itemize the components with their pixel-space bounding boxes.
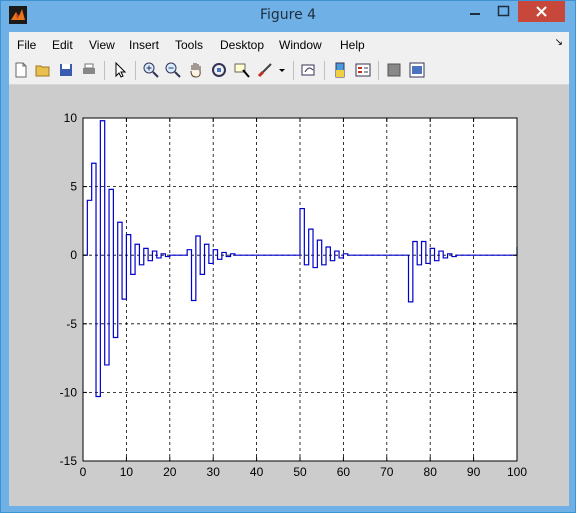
x-tick-label: 90	[467, 465, 481, 479]
minimize-button[interactable]	[461, 1, 489, 22]
x-tick-label: 70	[380, 465, 394, 479]
menu-tools[interactable]: Tools	[175, 38, 203, 52]
y-tick-label: 0	[70, 248, 77, 262]
menu-help[interactable]: Help	[340, 38, 365, 52]
menu-insert[interactable]: Insert	[129, 38, 159, 52]
x-tick-label: 50	[293, 465, 307, 479]
title-bar[interactable]: Figure 4	[1, 1, 575, 31]
y-tick-label: -5	[66, 317, 77, 331]
save-icon[interactable]	[57, 61, 75, 79]
toolbar-separator	[324, 61, 325, 80]
menu-file[interactable]: File	[17, 38, 36, 52]
figure-toolbar	[9, 57, 569, 85]
figure-canvas: 0 10 20 30 40 50 60 70 80 90 100 10 5 0 -5 -10 -15	[9, 85, 569, 506]
menu-view[interactable]: View	[89, 38, 115, 52]
menu-window[interactable]: Window	[279, 38, 322, 52]
toolbar-separator	[104, 61, 105, 80]
print-icon[interactable]	[80, 61, 98, 79]
x-tick-label: 60	[337, 465, 351, 479]
minimize-icon	[470, 13, 480, 15]
x-tick-label: 10	[120, 465, 134, 479]
legend-icon[interactable]	[354, 61, 372, 79]
data-cursor-icon[interactable]	[233, 61, 251, 79]
line-plot[interactable]: 0 10 20 30 40 50 60 70 80 90 1001050-5-10-15	[9, 85, 569, 506]
y-tick-label: -10	[60, 385, 78, 399]
colorbar-icon[interactable]	[331, 61, 349, 79]
new-figure-icon[interactable]	[12, 61, 30, 79]
maximize-icon	[497, 5, 510, 17]
zoom-in-icon[interactable]	[142, 61, 160, 79]
show-plot-tools-icon[interactable]	[408, 61, 426, 79]
menu-edit[interactable]: Edit	[52, 38, 73, 52]
x-tick-label: 0	[80, 465, 87, 479]
y-tick-label: 5	[70, 180, 77, 194]
close-button[interactable]	[518, 1, 565, 22]
x-tick-label: 30	[207, 465, 221, 479]
rotate-3d-icon[interactable]	[210, 61, 228, 79]
x-tick-label: 100	[507, 465, 527, 479]
y-tick-label: -15	[60, 454, 78, 468]
menu-bar: File Edit View Insert Tools Desktop Wind…	[9, 32, 569, 57]
x-tick-label: 40	[250, 465, 264, 479]
hide-plot-tools-icon[interactable]	[385, 61, 403, 79]
link-plot-icon[interactable]	[300, 61, 318, 79]
close-icon	[536, 6, 547, 17]
menu-desktop[interactable]: Desktop	[220, 38, 264, 52]
open-file-icon[interactable]	[34, 61, 52, 79]
pointer-icon[interactable]	[111, 61, 129, 79]
plot-area	[83, 118, 517, 461]
figure-window: Figure 4 File Edit View Insert Tools Des…	[0, 0, 576, 513]
zoom-out-icon[interactable]	[164, 61, 182, 79]
x-tick-label: 20	[163, 465, 177, 479]
y-tick-label: 10	[64, 111, 78, 125]
toolbar-separator	[293, 61, 294, 80]
pan-hand-icon[interactable]	[187, 61, 205, 79]
toolbar-separator	[378, 61, 379, 80]
brush-icon[interactable]	[256, 61, 274, 79]
brush-dropdown-icon[interactable]	[277, 61, 287, 79]
x-tick-label: 80	[424, 465, 438, 479]
toolbar-separator	[135, 61, 136, 80]
maximize-button[interactable]	[490, 1, 517, 22]
dock-arrow-icon[interactable]: ↘	[555, 37, 563, 48]
